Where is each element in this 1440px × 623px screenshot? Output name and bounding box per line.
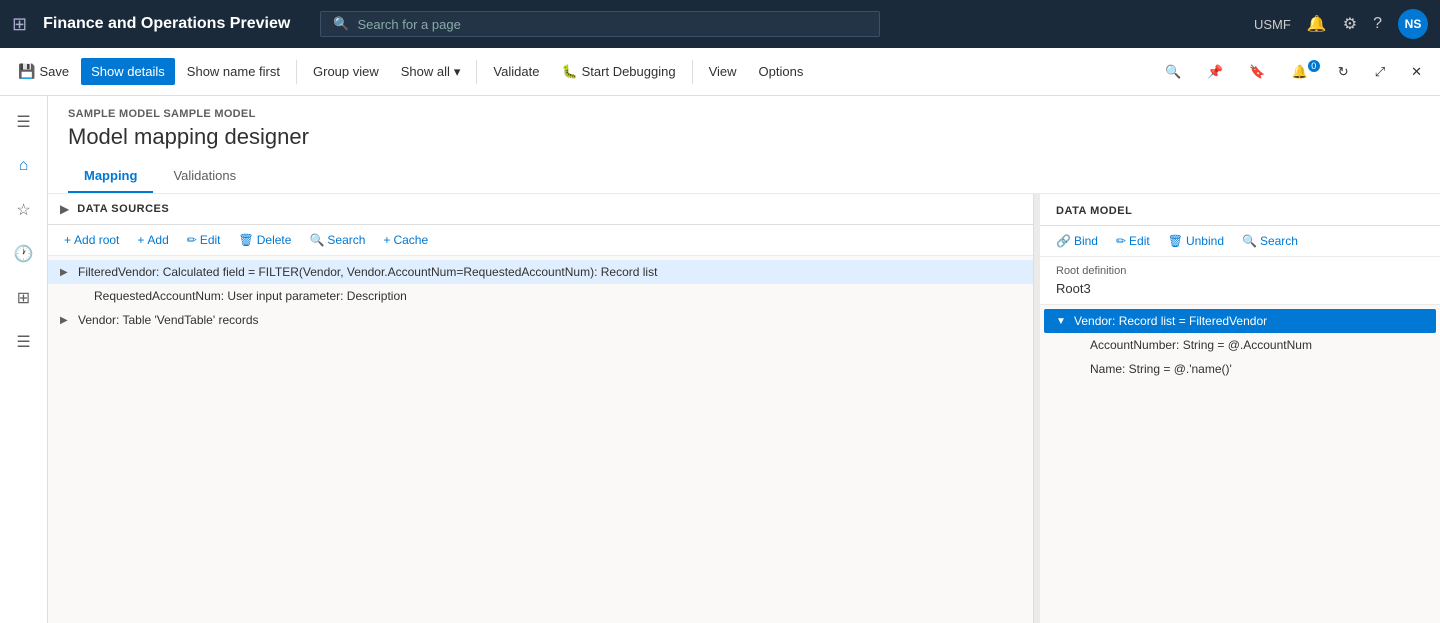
panel-area: ▶ DATA SOURCES + Add root + Add ✏ Edit (48, 194, 1440, 623)
bookmark-button[interactable]: 🔖 (1239, 58, 1275, 86)
sidebar-home-icon[interactable]: ⌂ (6, 148, 42, 184)
data-sources-tree: ▶ FilteredVendor: Calculated field = FIL… (48, 256, 1033, 623)
sidebar-modules-icon[interactable]: ☰ (6, 324, 42, 360)
company-label[interactable]: USMF (1254, 17, 1291, 32)
toolbar-separator-2 (476, 60, 477, 84)
dm-tree-item-account-number[interactable]: AccountNumber: String = @.AccountNum (1040, 333, 1440, 357)
help-icon[interactable]: ? (1373, 15, 1382, 33)
data-model-tree: ▼ Vendor: Record list = FilteredVendor A… (1040, 305, 1440, 623)
edit-icon: ✏ (187, 233, 197, 247)
view-button[interactable]: View (699, 58, 747, 85)
search-placeholder: Search for a page (357, 17, 460, 32)
toolbar-separator-3 (692, 60, 693, 84)
unbind-icon: 🗑 (1168, 234, 1183, 248)
dm-search-button[interactable]: 🔍 Search (1234, 230, 1306, 252)
page-title: Model mapping designer (68, 124, 1420, 150)
add-button[interactable]: + Add (129, 229, 176, 251)
main-toolbar: 💾 Save Show details Show name first Grou… (0, 48, 1440, 96)
collapse-icon[interactable]: ▶ (60, 202, 69, 216)
edit-button[interactable]: ✏ Edit (179, 229, 229, 251)
search-icon: 🔍 (309, 233, 324, 247)
sidebar-workspace-icon[interactable]: ⊞ (6, 280, 42, 316)
expand-icon: ▶ (60, 267, 74, 278)
dm-tree-item-name[interactable]: Name: String = @.'name()' (1040, 357, 1440, 381)
data-model-title: DATA MODEL (1056, 205, 1132, 217)
content-area: SAMPLE MODEL SAMPLE MODEL Model mapping … (48, 96, 1440, 623)
root-definition-value: Root3 (1056, 281, 1424, 296)
search-button[interactable]: 🔍 Search (301, 229, 373, 251)
data-model-toolbar: 🔗 Bind ✏ Edit 🗑 Unbind 🔍 Search (1040, 226, 1440, 257)
sidebar-recent-icon[interactable]: 🕐 (6, 236, 42, 272)
data-sources-title: DATA SOURCES (77, 203, 169, 215)
toolbar-search-icon: 🔍 (1165, 64, 1181, 80)
show-name-first-button[interactable]: Show name first (177, 58, 290, 85)
data-sources-toolbar: + Add root + Add ✏ Edit 🗑 Delete (48, 225, 1033, 256)
delete-icon: 🗑 (239, 233, 254, 247)
left-sidebar: ☰ ⌂ ☆ 🕐 ⊞ ☰ (0, 96, 48, 623)
add-root-button[interactable]: + Add root (56, 229, 127, 251)
top-navigation: ⊞ Finance and Operations Preview 🔍 Searc… (0, 0, 1440, 48)
notification-icon[interactable]: 🔔 (1307, 14, 1327, 34)
save-icon: 💾 (18, 63, 35, 80)
dm-edit-button[interactable]: ✏ Edit (1108, 230, 1158, 252)
show-all-dropdown-icon: ▾ (454, 64, 461, 80)
add-icon: + (137, 233, 144, 247)
open-new-button[interactable]: ⤢ (1365, 58, 1395, 86)
delete-button[interactable]: 🗑 Delete (231, 229, 300, 251)
data-sources-panel: ▶ DATA SOURCES + Add root + Add ✏ Edit (48, 194, 1034, 623)
start-debugging-button[interactable]: 🐛 Start Debugging (551, 58, 685, 86)
options-button[interactable]: Options (749, 58, 814, 85)
validate-button[interactable]: Validate (483, 58, 549, 85)
bind-button[interactable]: 🔗 Bind (1048, 230, 1106, 252)
badge-button[interactable]: 🔔0 (1282, 58, 1322, 86)
app-grid-icon[interactable]: ⊞ (12, 14, 27, 35)
toolbar-separator-1 (296, 60, 297, 84)
cache-button[interactable]: + Cache (375, 229, 436, 251)
close-button[interactable]: ✕ (1401, 58, 1432, 86)
tab-mapping[interactable]: Mapping (68, 160, 153, 193)
data-model-panel: DATA MODEL 🔗 Bind ✏ Edit 🗑 Unbind (1040, 194, 1440, 623)
dm-expand-icon: ▼ (1056, 316, 1070, 327)
debug-icon: 🐛 (561, 64, 577, 80)
top-nav-right: USMF 🔔 ⚙ ? NS (1254, 9, 1428, 39)
app-title: Finance and Operations Preview (43, 15, 290, 33)
sidebar-menu-icon[interactable]: ☰ (6, 104, 42, 140)
show-all-button[interactable]: Show all ▾ (391, 58, 471, 86)
tree-item-requested-account[interactable]: RequestedAccountNum: User input paramete… (48, 284, 1033, 308)
dm-edit-icon: ✏ (1116, 234, 1126, 248)
expand-icon-3: ▶ (60, 315, 74, 326)
page-header: SAMPLE MODEL SAMPLE MODEL Model mapping … (48, 96, 1440, 194)
tab-bar: Mapping Validations (68, 160, 1420, 193)
search-icon: 🔍 (333, 16, 349, 32)
tab-validations[interactable]: Validations (157, 160, 252, 193)
sidebar-favorites-icon[interactable]: ☆ (6, 192, 42, 228)
dm-search-icon: 🔍 (1242, 234, 1257, 248)
data-model-header: DATA MODEL (1040, 194, 1440, 226)
settings-icon[interactable]: ⚙ (1343, 14, 1357, 34)
user-avatar[interactable]: NS (1398, 9, 1428, 39)
save-button[interactable]: 💾 Save (8, 57, 79, 86)
global-search-bar[interactable]: 🔍 Search for a page (320, 11, 880, 37)
add-root-icon: + (64, 233, 71, 247)
breadcrumb: SAMPLE MODEL SAMPLE MODEL (68, 108, 1420, 120)
search-toolbar-button[interactable]: 🔍 (1155, 58, 1191, 86)
dm-tree-item-vendor-record[interactable]: ▼ Vendor: Record list = FilteredVendor (1044, 309, 1436, 333)
data-sources-header: ▶ DATA SOURCES (48, 194, 1033, 225)
group-view-button[interactable]: Group view (303, 58, 389, 85)
tree-item-vendor[interactable]: ▶ Vendor: Table 'VendTable' records (48, 308, 1033, 332)
cache-icon: + (383, 233, 390, 247)
show-details-button[interactable]: Show details (81, 58, 175, 85)
unbind-button[interactable]: 🗑 Unbind (1160, 230, 1232, 252)
pin-button[interactable]: 📌 (1197, 58, 1233, 86)
root-definition-label: Root definition (1056, 265, 1424, 277)
tree-item-filtered-vendor[interactable]: ▶ FilteredVendor: Calculated field = FIL… (48, 260, 1033, 284)
refresh-button[interactable]: ↻ (1328, 58, 1359, 86)
bind-icon: 🔗 (1056, 234, 1071, 248)
root-definition-area: Root definition Root3 (1040, 257, 1440, 305)
main-layout: ☰ ⌂ ☆ 🕐 ⊞ ☰ SAMPLE MODEL SAMPLE MODEL Mo… (0, 96, 1440, 623)
